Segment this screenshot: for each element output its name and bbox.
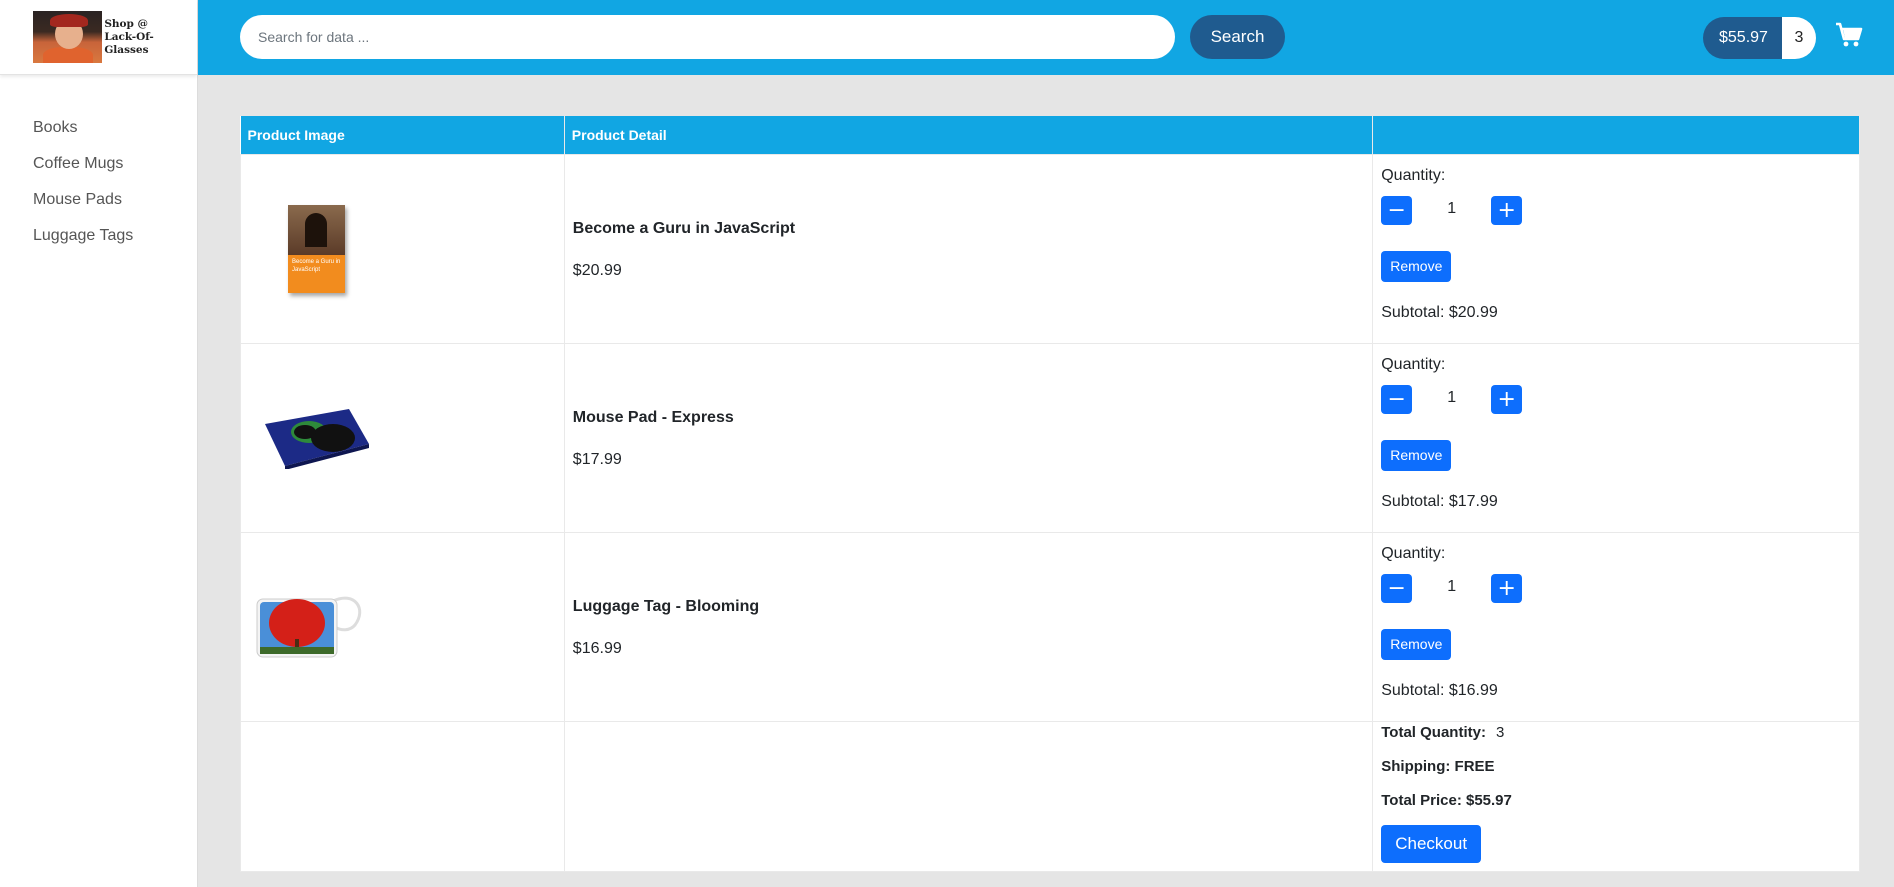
product-image-mouse-pad[interactable] (261, 404, 371, 469)
column-header-actions (1372, 116, 1860, 154)
table-row: Become a Guru in JavaScript Become a Gur… (240, 153, 1860, 344)
subtotal: Subtotal: $17.99 (1381, 492, 1498, 510)
product-image-cell (240, 342, 565, 533)
product-name: Become a Guru in JavaScript (572, 219, 796, 237)
decrease-quantity-button[interactable]: − (1381, 574, 1413, 603)
quantity-stepper: − 1 + (1381, 196, 1859, 226)
quantity-stepper: − 1 + (1381, 385, 1859, 415)
increase-quantity-button[interactable]: + (1491, 385, 1523, 414)
sidebar-item-books[interactable]: Books (33, 118, 197, 154)
sidebar-item-mouse-pads[interactable]: Mouse Pads (33, 190, 197, 226)
category-nav: Books Coffee Mugs Mouse Pads Luggage Tag… (0, 118, 197, 262)
remove-button[interactable]: Remove (1381, 439, 1452, 471)
totals-row: Total Quantity: 3 Shipping: FREE Total Pr… (240, 720, 1860, 872)
brand-line-1: Shop @ (104, 17, 149, 30)
quantity-value: 1 (1447, 199, 1457, 217)
total-quantity: Total Quantity: 3 (1381, 722, 1859, 756)
empty-cell (563, 720, 1374, 872)
book-cover-title: Become a Guru in JavaScript (292, 258, 341, 273)
table-row: Luggage Tag - Blooming $16.99 Quantity: … (240, 531, 1860, 722)
total-quantity-label: Total Quantity: (1381, 723, 1486, 741)
top-bar: Search $55.97 3 (198, 0, 1894, 75)
product-image-cell (240, 531, 565, 722)
sidebar-item-luggage-tags[interactable]: Luggage Tags (33, 226, 197, 262)
quantity-label: Quantity: (1381, 166, 1446, 184)
product-detail-cell: Mouse Pad - Express $17.99 (563, 342, 1374, 533)
subtotal: Subtotal: $20.99 (1381, 303, 1498, 321)
product-name: Mouse Pad - Express (572, 408, 734, 426)
product-price: $16.99 (572, 639, 622, 657)
column-header-image: Product Image (240, 116, 565, 154)
quantity-label: Quantity: (1381, 355, 1446, 373)
product-image-book[interactable]: Become a Guru in JavaScript (288, 204, 345, 293)
brand-logo[interactable]: Shop @ Lack-Of-Glasses (0, 0, 197, 75)
quantity-value: 1 (1447, 577, 1457, 595)
order-totals: Total Quantity: 3 Shipping: FREE Total Pr… (1372, 720, 1860, 872)
product-detail-cell: Become a Guru in JavaScript $20.99 (563, 153, 1374, 344)
product-detail-cell: Luggage Tag - Blooming $16.99 (563, 531, 1374, 722)
shipping-info: Shipping: FREE (1381, 757, 1495, 775)
decrease-quantity-button[interactable]: − (1381, 196, 1413, 225)
remove-button[interactable]: Remove (1381, 628, 1452, 660)
quantity-label: Quantity: (1381, 544, 1446, 562)
column-header-detail: Product Detail (564, 116, 1374, 154)
total-quantity-value: 3 (1495, 723, 1505, 741)
checkout-button[interactable]: Checkout (1381, 824, 1482, 863)
increase-quantity-button[interactable]: + (1491, 196, 1523, 225)
quantity-value: 1 (1447, 388, 1457, 406)
remove-button[interactable]: Remove (1381, 250, 1452, 282)
quantity-cell: Quantity: − 1 + Remove Subtotal: $16.99 (1372, 531, 1860, 722)
product-price: $17.99 (572, 450, 622, 468)
sidebar-item-coffee-mugs[interactable]: Coffee Mugs (33, 154, 197, 190)
product-name: Luggage Tag - Blooming (572, 597, 760, 615)
search-input[interactable] (240, 15, 1175, 59)
logo-image (33, 11, 103, 63)
cart-summary[interactable]: $55.97 3 (1703, 17, 1816, 59)
empty-cell (240, 720, 565, 872)
subtotal: Subtotal: $16.99 (1381, 681, 1498, 699)
product-image-cell: Become a Guru in JavaScript (240, 153, 565, 344)
search-button[interactable]: Search (1190, 15, 1285, 59)
quantity-cell: Quantity: − 1 + Remove Subtotal: $17.99 (1372, 342, 1860, 533)
cart-amount: $55.97 (1703, 17, 1782, 59)
table-row: Mouse Pad - Express $17.99 Quantity: − 1… (240, 342, 1860, 533)
product-image-luggage-tag[interactable] (255, 591, 370, 663)
quantity-stepper: − 1 + (1381, 574, 1859, 604)
brand-line-2: Lack-Of-Glasses (104, 30, 154, 56)
cart-count-badge: 3 (1781, 17, 1816, 59)
brand-name: Shop @ Lack-Of-Glasses (104, 18, 197, 57)
sidebar: Shop @ Lack-Of-Glasses Books Coffee Mugs… (0, 0, 198, 887)
product-price: $20.99 (572, 261, 622, 279)
table-header-row: Product Image Product Detail (240, 116, 1860, 154)
total-price: Total Price: $55.97 (1381, 791, 1512, 809)
cart-table: Product Image Product Detail Become a Gu… (240, 116, 1860, 872)
shopping-cart-icon[interactable] (1835, 22, 1863, 48)
decrease-quantity-button[interactable]: − (1381, 385, 1413, 414)
quantity-cell: Quantity: − 1 + Remove Subtotal: $20.99 (1372, 153, 1860, 344)
increase-quantity-button[interactable]: + (1491, 574, 1523, 603)
